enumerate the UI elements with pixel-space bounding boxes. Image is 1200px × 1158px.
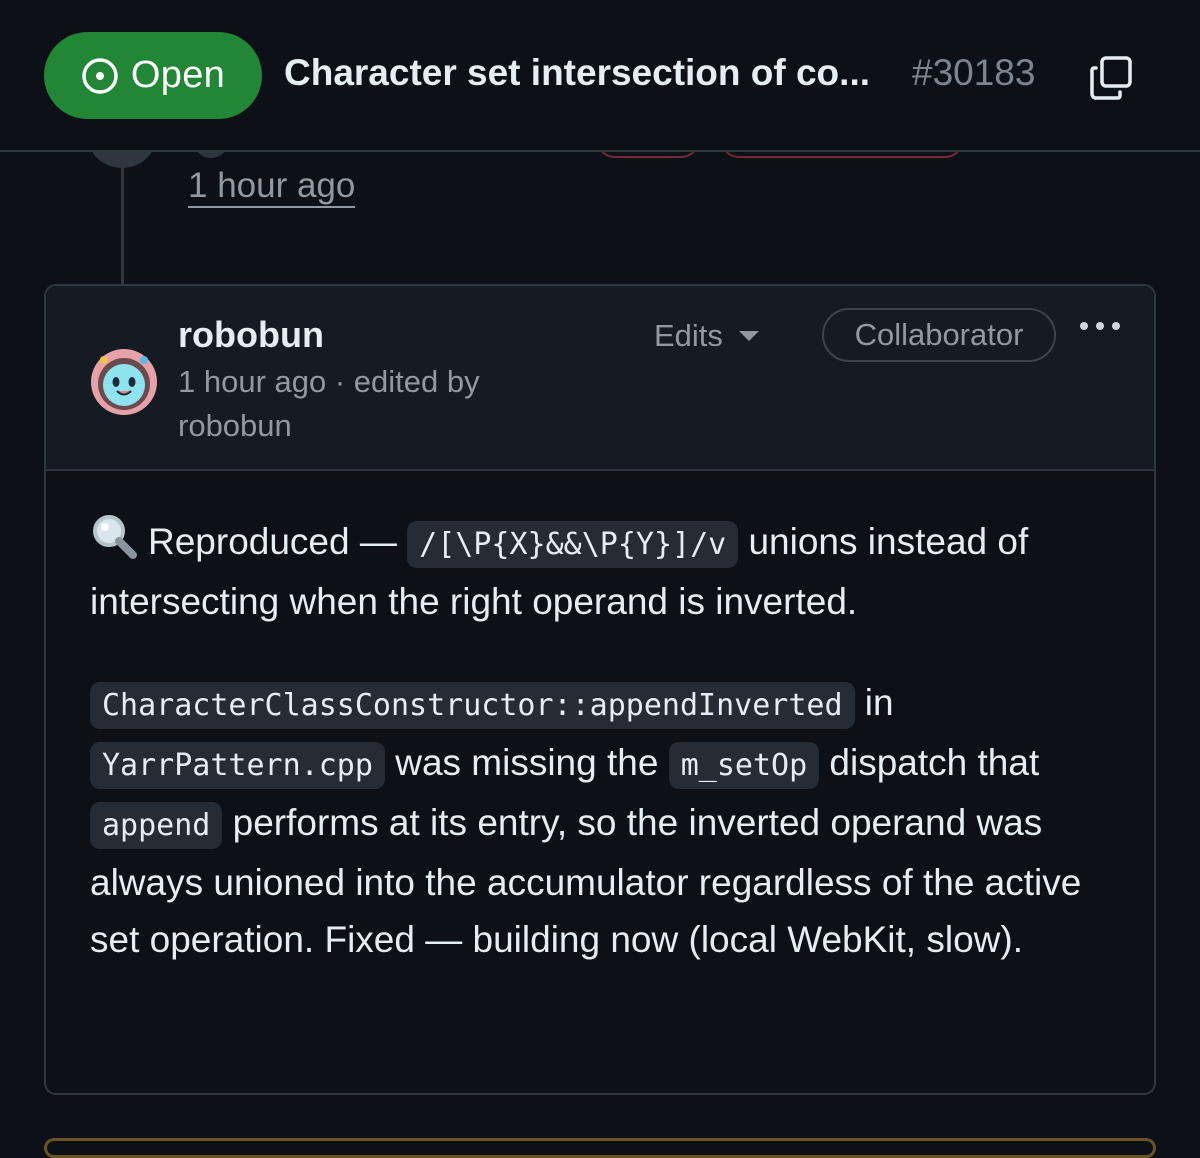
- comment-card: robobun 1 hour ago · edited by robobun E…: [44, 284, 1156, 1095]
- text-segment: Reproduced —: [148, 521, 408, 562]
- edited-by-label: · edited by: [326, 364, 480, 399]
- comment-author[interactable]: robobun: [178, 314, 324, 356]
- status-badge-open: Open: [44, 32, 262, 119]
- text-segment: was missing the: [384, 742, 669, 783]
- inline-code: append: [90, 802, 223, 849]
- comment-options-button[interactable]: [1080, 322, 1120, 330]
- comment-body: Reproduced — /[\P{X}&&\P{Y}]/v unions in…: [90, 512, 1130, 1012]
- edited-by-user[interactable]: robobun: [178, 408, 292, 443]
- comment-meta: 1 hour ago · edited by robobun: [178, 360, 578, 448]
- pr-header: Open Character set intersection of co...…: [0, 0, 1200, 152]
- inline-code: YarrPattern.cpp: [90, 742, 385, 789]
- text-segment: dispatch that: [819, 742, 1040, 783]
- status-label: Open: [130, 54, 226, 96]
- magnifying-glass-icon: [93, 515, 137, 559]
- kebab-horizontal-icon: [1080, 322, 1088, 330]
- comment-paragraph: Reproduced — /[\P{X}&&\P{Y}]/v unions in…: [90, 512, 1130, 630]
- next-comment-card-edge: [44, 1138, 1156, 1158]
- avatar[interactable]: [90, 348, 158, 416]
- pr-title: Character set intersection of co...: [284, 52, 871, 93]
- inline-code: /[\P{X}&&\P{Y}]/v: [407, 521, 739, 568]
- previous-event-timestamp-link[interactable]: 1 hour ago: [188, 166, 356, 208]
- timeline-connector: [121, 150, 124, 285]
- edits-label: Edits: [654, 318, 723, 353]
- issue-opened-icon: [82, 57, 118, 94]
- pr-number: #30183: [912, 52, 1036, 93]
- comment-paragraph: CharacterClassConstructor::appendInverte…: [90, 674, 1130, 968]
- inline-code: CharacterClassConstructor::appendInverte…: [90, 682, 855, 729]
- edits-dropdown[interactable]: Edits: [654, 318, 759, 354]
- comment-timestamp[interactable]: 1 hour ago: [178, 364, 326, 399]
- triangle-down-icon: [738, 331, 759, 341]
- comment-header: robobun 1 hour ago · edited by robobun E…: [46, 286, 1154, 471]
- text-segment: in: [854, 682, 894, 723]
- role-badge: Collaborator: [822, 308, 1056, 362]
- inline-code: m_setOp: [668, 742, 820, 789]
- copy-icon[interactable]: [1088, 54, 1136, 102]
- text-segment: performs at its entry, so the inverted o…: [90, 802, 1082, 960]
